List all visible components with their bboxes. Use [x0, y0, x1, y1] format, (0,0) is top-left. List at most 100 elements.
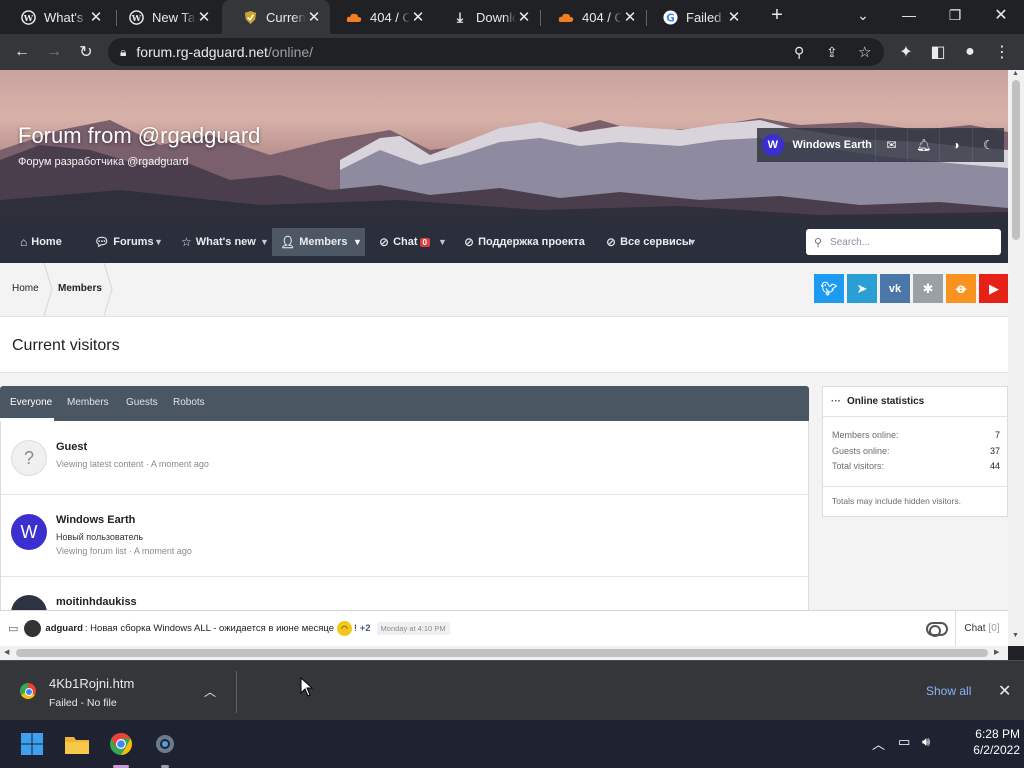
avatar[interactable]: W [11, 514, 47, 550]
taskbar-clock[interactable]: 6:28 PM 6/2/2022 [950, 726, 1020, 758]
nav-chat[interactable]: ⊘ Chat 0 [379, 228, 430, 256]
forward-button[interactable]: → [40, 38, 68, 66]
chat-button[interactable]: Chat [0] [955, 611, 1008, 646]
scroll-up-icon[interactable]: ▲ [1012, 70, 1019, 77]
close-icon[interactable]: ✕ [88, 9, 104, 26]
close-icon[interactable]: ✕ [516, 9, 532, 26]
reload-button[interactable]: ↻ [72, 38, 100, 66]
window-close-button[interactable]: ✕ [978, 0, 1024, 30]
volume-icon[interactable]: 🔊︎ [922, 734, 930, 750]
extensions-icon[interactable]: ✦ [892, 38, 920, 66]
chevron-down-icon[interactable]: ▼ [154, 228, 163, 256]
scroll-thumb[interactable] [1012, 80, 1020, 240]
moon-icon[interactable]: ☾ [971, 128, 1004, 162]
download-filename[interactable]: 4Kb1Rojni.htm [49, 676, 134, 691]
windows-start-icon[interactable] [16, 728, 48, 760]
horizontal-scrollbar[interactable]: ◀ ▶ [0, 646, 1008, 660]
svg-text:W: W [22, 12, 33, 22]
forum-title[interactable]: Forum from @rgadguard [18, 123, 260, 149]
profile-icon[interactable]: ● [956, 38, 984, 66]
scroll-left-icon[interactable]: ◀ [4, 648, 9, 656]
tab-robots[interactable]: Robots [173, 397, 205, 408]
chat-user[interactable]: adguard [45, 623, 82, 634]
divider [236, 671, 237, 713]
scroll-right-icon[interactable]: ▶ [994, 648, 999, 656]
zoom-icon[interactable]: ⚲ [794, 44, 804, 61]
user-name-link[interactable]: Windows Earth [793, 139, 875, 151]
show-all-button[interactable]: Show all [926, 684, 971, 698]
chevron-down-icon[interactable]: ▼ [353, 228, 362, 256]
browser-tab[interactable]: ⤓ Downlo ✕ [432, 0, 540, 34]
side-panel-icon[interactable]: ◧ [924, 38, 952, 66]
browser-tab[interactable]: 404 / O ✕ [538, 0, 646, 34]
close-icon[interactable]: ✕ [196, 9, 212, 26]
nav-whats-new[interactable]: ☆ What's new [181, 228, 256, 256]
close-icon[interactable]: ✕ [306, 9, 322, 26]
page-title: Current visitors [12, 337, 120, 354]
browser-tab-active[interactable]: Current ✕ [222, 0, 330, 34]
minimize-button[interactable]: — [886, 0, 932, 30]
tab-search-icon[interactable]: ⌄ [840, 0, 886, 30]
close-icon[interactable]: ✕ [998, 681, 1011, 701]
inbox-icon[interactable]: ✉ [874, 128, 907, 162]
bookmark-star-icon[interactable]: ☆ [858, 43, 871, 61]
settings-gear-icon[interactable] [149, 728, 181, 760]
nav-all-services[interactable]: ⊘ Все сервисы [606, 228, 691, 256]
file-explorer-icon[interactable] [61, 728, 93, 760]
chevron-down-icon[interactable]: ▼ [260, 228, 269, 256]
vk-icon[interactable]: vk [880, 274, 910, 303]
visitor-name[interactable]: moitinhdaukiss [56, 596, 137, 608]
chevron-up-icon[interactable]: ︿ [872, 734, 885, 753]
vertical-scrollbar[interactable]: ▲ ▼ [1008, 70, 1024, 646]
telegram-icon[interactable]: ➤ [847, 274, 877, 303]
avatar[interactable]: W [762, 134, 784, 156]
chat-icon[interactable]: ▭ [8, 622, 18, 635]
forum-subtitle: Форум разработчика @rgadguard [18, 156, 189, 168]
share-icon[interactable]: ⇪ [826, 44, 838, 61]
menu-dots-icon[interactable]: ⋮ [988, 38, 1016, 66]
nav-home[interactable]: ⌂ Home [20, 228, 62, 256]
back-button[interactable]: ← [8, 38, 36, 66]
youtube-icon[interactable]: ▶ [979, 274, 1008, 303]
visitor-name[interactable]: Windows Earth [56, 514, 135, 526]
chrome-icon[interactable] [105, 728, 137, 760]
restore-button[interactable]: ❐ [932, 0, 978, 30]
chevron-down-icon[interactable]: ▼ [438, 228, 447, 256]
chat-toggle[interactable] [926, 622, 948, 637]
network-icon[interactable]: ▭ [898, 734, 910, 750]
breadcrumb-members[interactable]: Members [58, 283, 102, 294]
tab-everyone[interactable]: Everyone [10, 397, 52, 408]
asterisk-icon[interactable]: ✱ [913, 274, 943, 303]
chat-plus-count[interactable]: +2 [360, 623, 371, 634]
avatar[interactable] [24, 620, 42, 637]
chevron-up-icon[interactable]: ︿ [204, 683, 216, 700]
download-bar: 4Kb1Rojni.htm Failed - No file ︿ Show al… [0, 660, 1024, 720]
browser-tab[interactable]: 404 / O ✕ [326, 0, 434, 34]
sunglasses-emoji-icon: ◠ [337, 621, 353, 636]
search-input[interactable]: ⚲ Search... [806, 229, 1001, 255]
browser-tab[interactable]: G Failed - ✕ [642, 0, 750, 34]
scroll-thumb[interactable] [16, 649, 988, 657]
odnoklassniki-icon[interactable]: ꝋ [946, 274, 976, 303]
close-icon[interactable]: ✕ [726, 9, 742, 26]
nav-support[interactable]: ⊘ Поддержка проекта [464, 228, 585, 256]
new-tab-button[interactable]: + [760, 0, 794, 30]
nav-members[interactable]: 👤︎ Members [272, 228, 365, 256]
bell-icon[interactable]: 🔔︎ [907, 128, 939, 162]
browser-tab[interactable]: W New Tab ✕ [108, 0, 220, 34]
close-icon[interactable]: ✕ [622, 9, 638, 26]
breadcrumb-home[interactable]: Home [12, 283, 39, 294]
tab-members[interactable]: Members [67, 397, 109, 408]
chevron-down-icon[interactable]: ▼ [688, 228, 697, 256]
scroll-down-icon[interactable]: ▼ [1012, 632, 1019, 639]
address-bar[interactable]: 🔒︎ forum.rg-adguard.net/online/ ⚲ ⇪ ☆ [108, 38, 884, 66]
close-icon[interactable]: ✕ [410, 9, 426, 26]
nav-label: Chat [393, 236, 418, 248]
tab-guests[interactable]: Guests [126, 397, 158, 408]
stats-note: Totals may include hidden visitors. [832, 496, 961, 506]
toggle-icon[interactable]: ◑ [939, 128, 971, 162]
nav-forums[interactable]: 💬︎ Forums [94, 228, 154, 256]
twitter-icon[interactable]: 🐦︎ [814, 274, 844, 303]
svg-text:W: W [130, 12, 141, 22]
browser-tab[interactable]: W What's I ✕ [0, 0, 112, 34]
